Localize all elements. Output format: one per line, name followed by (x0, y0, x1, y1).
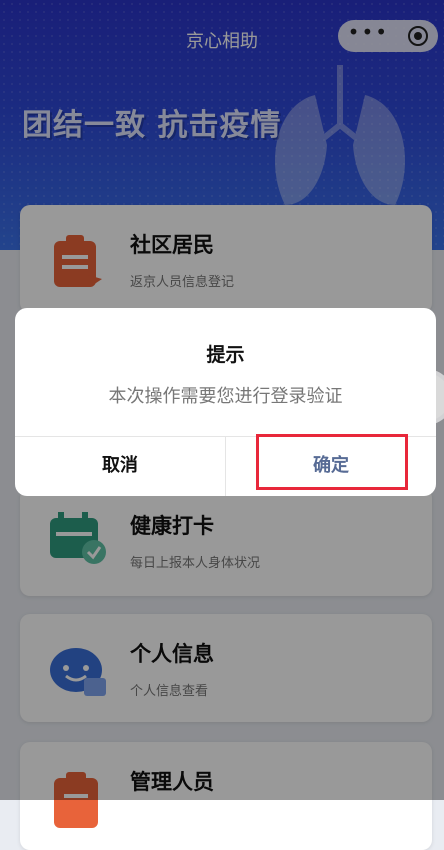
highlight-box (256, 434, 408, 490)
cancel-button[interactable]: 取消 (15, 436, 225, 496)
dialog-title: 提示 (206, 344, 245, 366)
dialog-message: 本次操作需要您进行登录验证 (108, 386, 343, 407)
